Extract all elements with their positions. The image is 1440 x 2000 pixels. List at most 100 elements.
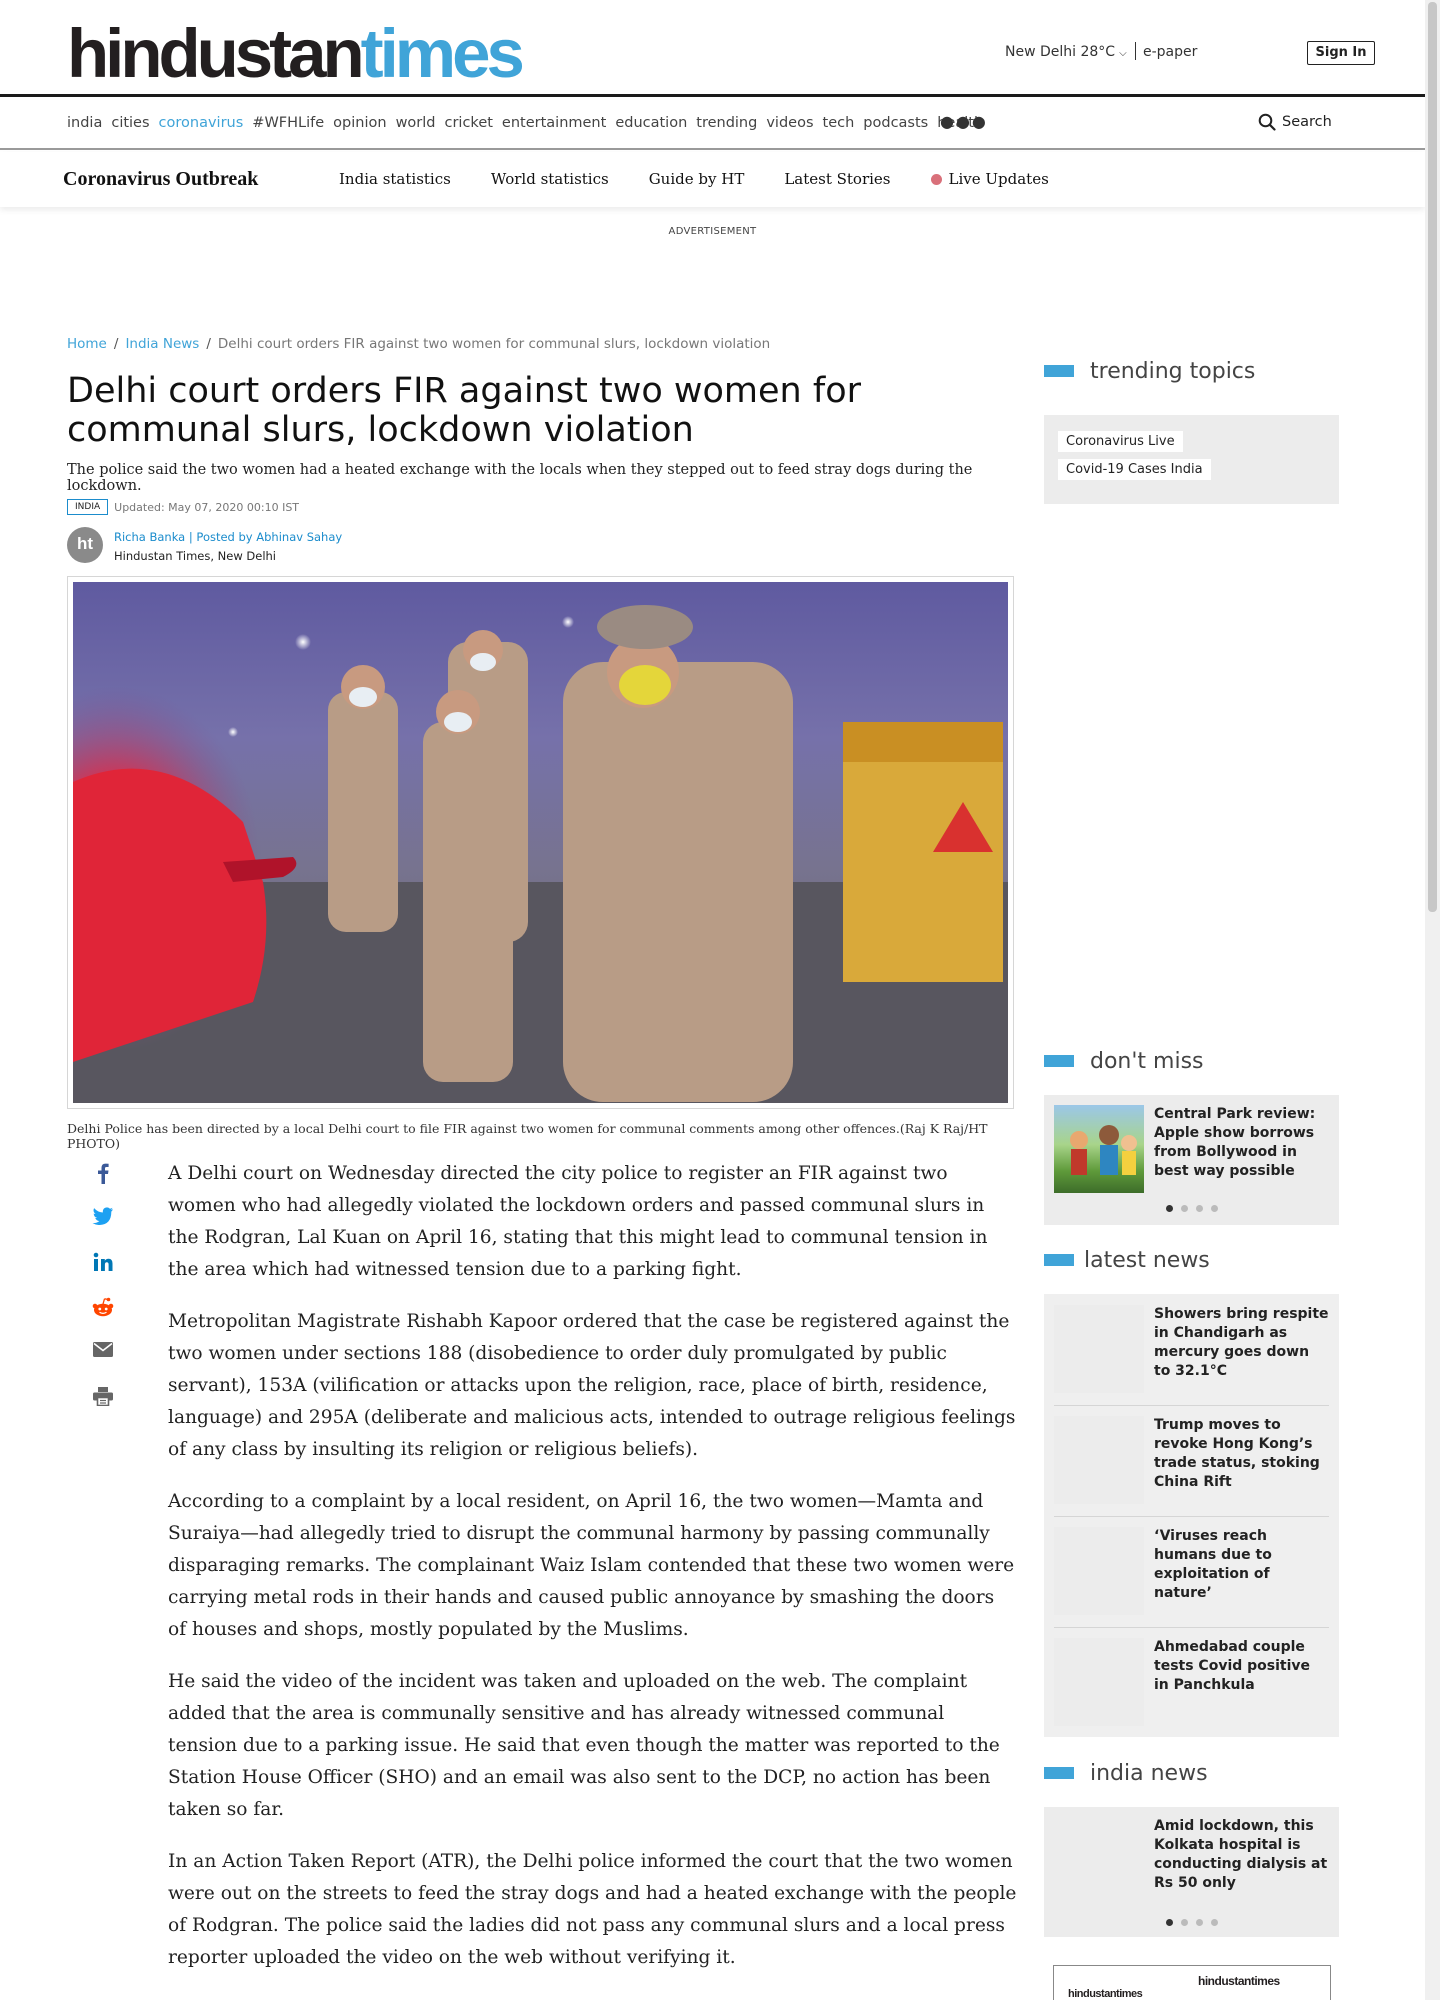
- carousel-dot[interactable]: [1195, 1204, 1203, 1212]
- breadcrumb-section[interactable]: India News: [125, 336, 199, 352]
- news-thumbnail: [1054, 1527, 1144, 1615]
- dont-miss-widget: don't miss Central Park review: Apple sh…: [1044, 1041, 1339, 1225]
- epaper-link[interactable]: e-paper: [1143, 44, 1197, 60]
- nav-item-world[interactable]: world: [396, 115, 436, 131]
- nav-item-wfhlife[interactable]: #WFHLife: [252, 115, 324, 131]
- news-thumbnail: [1054, 1416, 1144, 1504]
- weather-text: New Delhi 28°C: [1005, 44, 1116, 60]
- section-link-world-statistics[interactable]: World statistics: [491, 170, 609, 188]
- section-link-live-updates[interactable]: Live Updates: [930, 170, 1049, 188]
- india-news-headline: Amid lockdown, this Kolkata hospital is …: [1154, 1818, 1328, 1891]
- news-thumbnail: [1054, 1817, 1144, 1905]
- article-summary: The police said the two women had a heat…: [67, 462, 973, 494]
- nav-item-education[interactable]: education: [615, 115, 687, 131]
- chevron-down-icon: ⌵: [1119, 48, 1127, 59]
- photo-caption: Delhi Police has been directed by a loca…: [67, 1121, 988, 1151]
- publication-location: Hindustan Times, New Delhi: [114, 549, 277, 563]
- carousel-dot[interactable]: [1210, 1918, 1218, 1926]
- heading-accent: [1044, 1767, 1074, 1779]
- india-news-item[interactable]: Amid lockdown, this Kolkata hospital is …: [1044, 1807, 1339, 1907]
- carousel-dot[interactable]: [1180, 1204, 1188, 1212]
- nav-item-india[interactable]: india: [67, 115, 102, 131]
- nav-item-opinion[interactable]: opinion: [333, 115, 386, 131]
- footer-ad-banner[interactable]: hindustantimes hindustantimes: [1053, 1965, 1331, 2000]
- section-tag[interactable]: INDIA: [67, 499, 109, 515]
- india-news-heading: india news: [1044, 1753, 1339, 1793]
- weather-widget[interactable]: New Delhi 28°C ⌵: [1005, 44, 1127, 60]
- linkedin-icon: [93, 1252, 113, 1271]
- linkedin-share-button[interactable]: [88, 1252, 118, 1297]
- email-share-button[interactable]: [88, 1342, 118, 1387]
- scrollbar-thumb[interactable]: [1428, 2, 1437, 912]
- dont-miss-item[interactable]: Central Park review: Apple show borrows …: [1044, 1095, 1339, 1193]
- reddit-icon: [92, 1297, 114, 1317]
- facebook-share-button[interactable]: [88, 1162, 118, 1207]
- carousel-dot[interactable]: [1165, 1918, 1173, 1926]
- carousel-dot[interactable]: [1210, 1204, 1218, 1212]
- sign-in-button[interactable]: Sign In: [1307, 41, 1375, 65]
- section-bar: Coronavirus Outbreak India statistics Wo…: [0, 152, 1425, 207]
- breadcrumb-separator: /: [113, 336, 119, 352]
- main-nav: india cities coronavirus #WFHLife opinion wor…: [0, 100, 1425, 150]
- twitter-share-button[interactable]: [88, 1207, 118, 1252]
- dont-miss-box: Central Park review: Apple show borrows …: [1044, 1095, 1339, 1225]
- india-news-box: Amid lockdown, this Kolkata hospital is …: [1044, 1807, 1339, 1937]
- live-updates-label: Live Updates: [948, 170, 1049, 188]
- news-thumbnail: [1054, 1638, 1144, 1726]
- nav-item-trending[interactable]: trending: [696, 115, 757, 131]
- heading-accent: [1044, 365, 1074, 377]
- nav-item-entertainment[interactable]: entertainment: [502, 115, 606, 131]
- article-paragraph: Metropolitan Magistrate Rishabh Kapoor o…: [168, 1311, 1016, 1460]
- latest-news-headline: Ahmedabad couple tests Covid positive in…: [1154, 1639, 1311, 1693]
- trending-chip[interactable]: Coronavirus Live: [1058, 431, 1183, 452]
- nav-item-videos[interactable]: videos: [766, 115, 813, 131]
- article-paragraph: According to a complaint by a local resi…: [168, 1491, 1015, 1640]
- page-scrollbar[interactable]: [1425, 0, 1440, 2000]
- latest-news-headline: Showers bring respite in Chandigarh as m…: [1154, 1306, 1329, 1379]
- carousel-dot[interactable]: [1165, 1204, 1173, 1212]
- search-label: Search: [1282, 114, 1332, 130]
- site-logo[interactable]: hindustantimes: [67, 14, 525, 94]
- nav-item-podcasts[interactable]: podcasts: [863, 115, 928, 131]
- ad-logo-2: hindustantimes: [1198, 1974, 1280, 1988]
- photo-illustration: [73, 582, 1008, 1103]
- nav-item-cricket[interactable]: cricket: [445, 115, 493, 131]
- news-thumbnail: [1054, 1305, 1144, 1393]
- section-links: India statistics World statistics Guide …: [339, 170, 1089, 188]
- section-title[interactable]: Coronavirus Outbreak: [63, 168, 258, 191]
- trending-topics-box: Coronavirus Live Covid-19 Cases India: [1044, 415, 1339, 504]
- cartoon-figures: [1070, 1125, 1137, 1175]
- latest-news-item[interactable]: Trump moves to revoke Hong Kong’s trade …: [1054, 1406, 1329, 1517]
- nav-item-tech[interactable]: tech: [823, 115, 855, 131]
- section-link-latest-stories[interactable]: Latest Stories: [784, 170, 890, 188]
- logo-part-hindustan: hindustan: [67, 15, 365, 92]
- latest-news-headline: Trump moves to revoke Hong Kong’s trade …: [1154, 1417, 1320, 1490]
- search-button[interactable]: Search: [1258, 113, 1332, 131]
- article-paragraph: In an Action Taken Report (ATR), the Del…: [168, 1851, 1017, 1968]
- more-menu-icon[interactable]: ●●●: [940, 112, 988, 131]
- author-avatar: ht: [67, 527, 103, 563]
- latest-news-item[interactable]: Showers bring respite in Chandigarh as m…: [1054, 1295, 1329, 1406]
- breadcrumb-home[interactable]: Home: [67, 336, 107, 352]
- nav-item-cities[interactable]: cities: [111, 115, 149, 131]
- latest-news-widget: latest news Showers bring respite in Cha…: [1044, 1240, 1339, 1737]
- latest-news-item[interactable]: ‘Viruses reach humans due to exploitatio…: [1054, 1517, 1329, 1628]
- print-button[interactable]: [88, 1387, 118, 1432]
- latest-news-item[interactable]: Ahmedabad couple tests Covid positive in…: [1054, 1628, 1329, 1739]
- section-link-india-statistics[interactable]: India statistics: [339, 170, 451, 188]
- carousel-dot[interactable]: [1180, 1918, 1188, 1926]
- latest-news-box: Showers bring respite in Chandigarh as m…: [1044, 1294, 1339, 1737]
- article-photo: [67, 576, 1014, 1109]
- carousel-dot[interactable]: [1195, 1918, 1203, 1926]
- reddit-share-button[interactable]: [88, 1297, 118, 1342]
- breadcrumb: Home / India News / Delhi court orders FIR a…: [67, 336, 770, 352]
- trending-chip[interactable]: Covid-19 Cases India: [1058, 459, 1211, 480]
- heading-accent: [1044, 1254, 1074, 1266]
- article-paragraph: He said the video of the incident was ta…: [168, 1671, 1000, 1820]
- section-link-guide[interactable]: Guide by HT: [649, 170, 745, 188]
- twitter-icon: [92, 1207, 113, 1225]
- author-name[interactable]: Richa Banka | Posted by Abhinav Sahay: [114, 530, 342, 544]
- police-checkpoint-image: [73, 582, 1008, 1103]
- carousel-dots: [1044, 1907, 1339, 1937]
- nav-item-coronavirus[interactable]: coronavirus: [159, 115, 244, 131]
